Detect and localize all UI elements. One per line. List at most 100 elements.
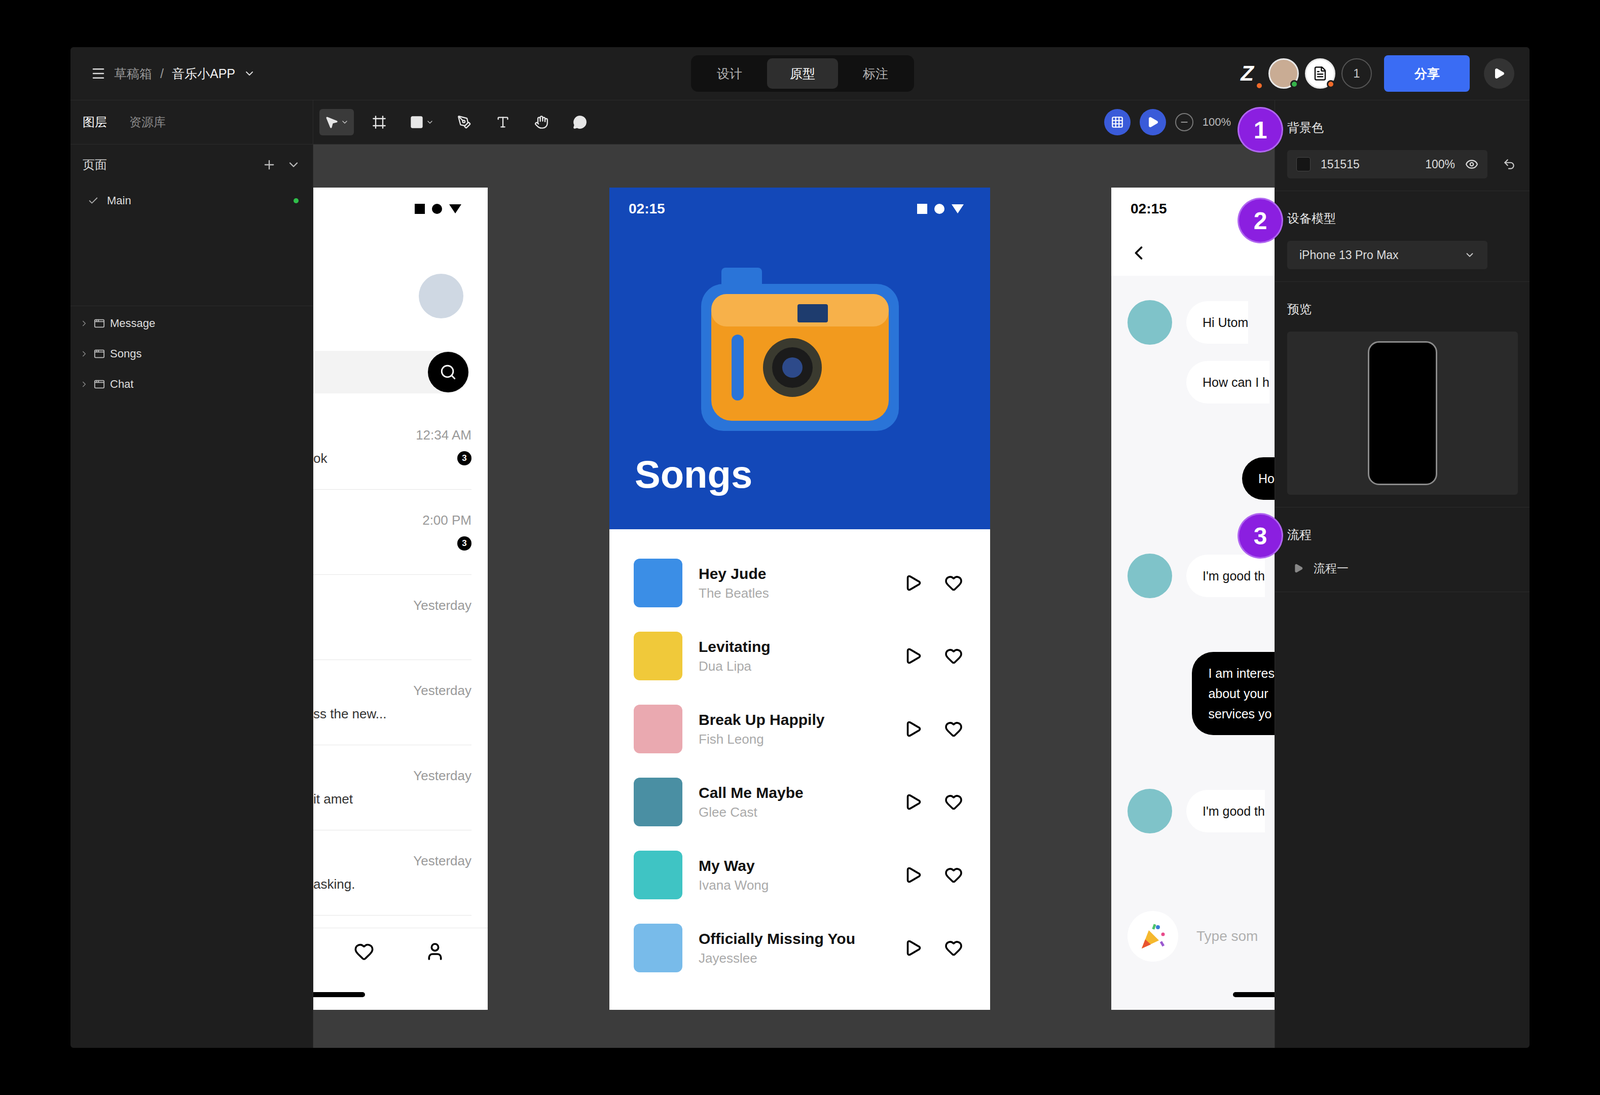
- menu-icon[interactable]: [90, 65, 106, 82]
- song-artist: Glee Cast: [698, 804, 904, 821]
- layer-item[interactable]: Songs: [70, 338, 313, 370]
- tool-button[interactable]: [566, 108, 594, 136]
- song-row[interactable]: LevitatingDua Lipa: [633, 619, 963, 693]
- collaborator-avatar[interactable]: [1268, 58, 1299, 89]
- collapsed-icon[interactable]: [79, 379, 89, 389]
- status-dot: [1290, 80, 1299, 89]
- tool-button[interactable]: [319, 108, 354, 136]
- zoom-out-button[interactable]: [1175, 113, 1194, 132]
- message-row[interactable]: Yesterdayss the new...: [313, 660, 472, 746]
- mode-tab[interactable]: 原型: [767, 58, 839, 89]
- play-icon[interactable]: [903, 646, 923, 666]
- color-field[interactable]: 151515 100%: [1287, 150, 1488, 179]
- heart-icon[interactable]: [944, 646, 963, 666]
- collapse-icon[interactable]: [286, 157, 301, 172]
- file-name[interactable]: 音乐小APP: [171, 65, 236, 83]
- tool-button[interactable]: [528, 108, 555, 136]
- received-message: I'm good th: [1127, 553, 1275, 599]
- share-button[interactable]: 分享: [1384, 55, 1470, 92]
- canvas[interactable]: 12:34 AMok32:00 PM3YesterdayYesterdayss …: [313, 144, 1275, 1048]
- collapsed-icon[interactable]: [79, 318, 89, 329]
- play-icon[interactable]: [903, 938, 923, 958]
- user-icon[interactable]: [424, 941, 446, 962]
- tool-button[interactable]: [489, 108, 517, 136]
- folder-link[interactable]: 草稿箱: [114, 65, 153, 83]
- home-indicator: [313, 992, 366, 998]
- heart-icon[interactable]: [944, 938, 963, 958]
- chat-input[interactable]: Type som: [1111, 898, 1275, 975]
- panel-tab[interactable]: 图层: [82, 114, 107, 131]
- songs-frame[interactable]: 02:15SongsHey JudeThe BeatlesLevitatingD…: [609, 187, 991, 1010]
- color-opacity[interactable]: 100%: [1425, 157, 1456, 172]
- search-bar[interactable]: [313, 350, 470, 394]
- grid-button[interactable]: [1104, 108, 1131, 136]
- panel-tab[interactable]: 资源库: [129, 114, 166, 131]
- layer-item[interactable]: Message: [70, 308, 313, 339]
- song-row[interactable]: Call Me MaybeGlee Cast: [633, 765, 963, 839]
- message-row[interactable]: Yesterdayasking.: [313, 830, 472, 916]
- online-count[interactable]: 1: [1341, 58, 1372, 89]
- collaborator-avatar[interactable]: [1304, 58, 1336, 89]
- heart-icon[interactable]: [944, 719, 963, 739]
- prototype-play-button[interactable]: [1139, 108, 1167, 136]
- emoji-button[interactable]: [1127, 911, 1179, 962]
- play-icon[interactable]: [903, 573, 923, 593]
- message-row[interactable]: Yesterday: [313, 574, 472, 661]
- message-frame[interactable]: 12:34 AMok32:00 PM3YesterdayYesterdayss …: [313, 187, 488, 1010]
- color-swatch[interactable]: [1296, 157, 1311, 172]
- song-row[interactable]: Break Up HappilyFish Leong: [633, 692, 963, 766]
- heart-icon[interactable]: [353, 941, 375, 962]
- color-hex[interactable]: 151515: [1320, 157, 1415, 172]
- layer-item[interactable]: Chat: [70, 369, 313, 400]
- heart-icon[interactable]: [944, 792, 963, 812]
- battery-icon: [449, 204, 462, 214]
- message-bubble: I'm good th: [1186, 554, 1265, 598]
- status-dot: [1326, 80, 1335, 89]
- back-icon[interactable]: [1127, 241, 1150, 265]
- received-message: How can I h: [1127, 360, 1275, 404]
- collapsed-icon[interactable]: [79, 349, 89, 359]
- song-info: Officially Missing YouJayesslee: [698, 930, 904, 967]
- chevron-down-icon[interactable]: [243, 67, 256, 80]
- play-icon[interactable]: [903, 719, 923, 739]
- heart-icon[interactable]: [944, 865, 963, 885]
- tool-button[interactable]: [451, 108, 478, 136]
- search-button[interactable]: [427, 351, 469, 393]
- present-button[interactable]: [1483, 58, 1515, 89]
- message-preview: ss the new...: [313, 706, 387, 722]
- flow-item[interactable]: 流程一: [1287, 557, 1518, 580]
- songs-title: Songs: [609, 451, 991, 498]
- input-placeholder[interactable]: Type som: [1196, 928, 1258, 945]
- tool-button[interactable]: [404, 108, 440, 136]
- play-icon[interactable]: [903, 865, 923, 885]
- eye-icon[interactable]: [1465, 157, 1479, 171]
- song-row[interactable]: My WayIvana Wong: [633, 838, 963, 912]
- song-row[interactable]: Officially Missing YouJayesslee: [633, 911, 963, 985]
- tool-button[interactable]: [366, 108, 393, 136]
- wifi-icon: [934, 203, 945, 214]
- chat-frame[interactable]: 02:15Hi UtomHow can I hHoI'm good thI am…: [1111, 187, 1275, 1010]
- add-page-icon[interactable]: [262, 157, 277, 172]
- zoom-level[interactable]: 100%: [1202, 115, 1231, 129]
- team-logo[interactable]: Z: [1231, 58, 1263, 89]
- play-icon[interactable]: [903, 792, 923, 812]
- message-bubble: I am interesabout yourservices yo: [1191, 651, 1275, 736]
- song-artist: The Beatles: [698, 585, 904, 602]
- hand-tool-icon: [534, 115, 549, 130]
- heart-icon[interactable]: [944, 573, 963, 593]
- background-row: 151515 100%: [1287, 150, 1518, 179]
- device-section: 设备模型iPhone 13 Pro Max: [1275, 191, 1530, 282]
- song-artist: Fish Leong: [698, 731, 904, 748]
- pen-tool-icon: [457, 115, 472, 130]
- play-icon[interactable]: [1293, 563, 1304, 574]
- message-row[interactable]: 12:34 AMok3: [313, 404, 472, 490]
- message-row[interactable]: 2:00 PM3: [313, 489, 472, 575]
- page-item[interactable]: Main: [70, 185, 313, 217]
- song-row[interactable]: Hey JudeThe Beatles: [633, 546, 963, 620]
- mode-tab[interactable]: 标注: [840, 58, 912, 89]
- reset-icon[interactable]: [1502, 157, 1516, 171]
- mode-tab[interactable]: 设计: [694, 58, 766, 89]
- device-select[interactable]: iPhone 13 Pro Max: [1287, 240, 1488, 270]
- profile-avatar[interactable]: [418, 273, 464, 319]
- message-row[interactable]: Yesterdayit amet: [313, 745, 472, 831]
